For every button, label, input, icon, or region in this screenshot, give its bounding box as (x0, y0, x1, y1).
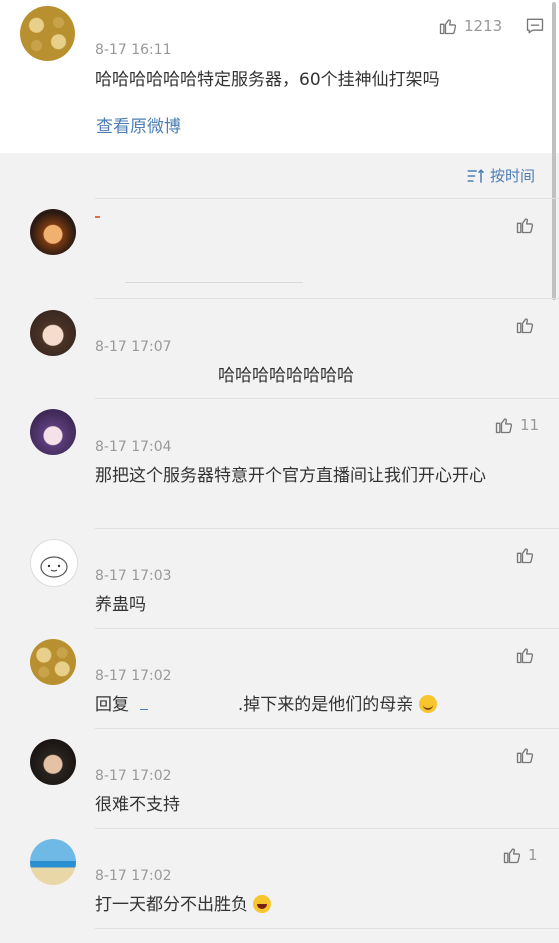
comment-button[interactable] (525, 16, 545, 40)
divider (95, 828, 559, 829)
scrollbar[interactable] (552, 2, 556, 300)
divider (95, 298, 559, 299)
post-like-count: 1213 (464, 17, 503, 35)
thumbs-up-icon (516, 748, 534, 764)
comment-like-count: 1 (528, 846, 538, 864)
comment-icon (526, 18, 544, 34)
cartoon-avatar-icon (40, 556, 68, 578)
comment-like-button[interactable] (515, 745, 535, 765)
comment-text: 回复 .掉下来的是他们的母亲 (95, 690, 437, 720)
commenter-avatar[interactable] (30, 639, 76, 685)
comment-timestamp: 8-17 17:03 (95, 568, 172, 584)
comment-text: 哈哈哈哈哈哈哈哈 (218, 366, 354, 386)
divider (95, 728, 559, 729)
comment-like-button[interactable] (515, 315, 535, 335)
comment-timestamp: 8-17 17:02 (95, 668, 172, 684)
comment-like-button[interactable] (515, 645, 535, 665)
comment-text: 打一天都分不出胜负 (95, 890, 272, 920)
comment-text: 养蛊吗 (95, 595, 146, 615)
laugh-emoji-icon (253, 895, 272, 913)
comment-like-button[interactable]: 1 (502, 845, 538, 865)
original-post: 8-17 16:11 哈哈哈哈哈哈特定服务器，60个挂神仙打架吗 查看原微博 1… (0, 0, 559, 153)
thumbs-up-icon (503, 848, 521, 864)
comment-timestamp: 8-17 17:04 (95, 439, 172, 455)
commenter-avatar[interactable] (30, 539, 78, 587)
thumbs-up-icon (516, 548, 534, 564)
reply-text: .掉下来的是他们的母亲 (237, 695, 414, 715)
commenter-avatar[interactable] (30, 409, 76, 455)
comment-like-button[interactable]: 11 (494, 415, 539, 435)
comment-timestamp: 8-17 17:02 (95, 868, 172, 884)
thumbs-up-icon (495, 418, 513, 434)
comment-text-content: 打一天都分不出胜负 (95, 895, 248, 915)
comment-text: 很难不支持 (95, 795, 180, 815)
mention-mark[interactable] (140, 709, 149, 710)
thumbs-up-icon (516, 218, 534, 234)
sort-icon (467, 168, 485, 183)
thumbs-up-icon (516, 318, 534, 334)
author-avatar[interactable] (20, 6, 75, 61)
post-text: 哈哈哈哈哈哈特定服务器，60个挂神仙打架吗 (95, 70, 440, 90)
commenter-avatar[interactable] (30, 839, 76, 885)
post-like-button[interactable]: 1213 (438, 16, 502, 36)
divider (95, 928, 559, 929)
sort-by-time-button[interactable]: 按时间 (466, 165, 535, 186)
content-mark (125, 282, 303, 283)
divider (95, 198, 559, 199)
comment-like-button[interactable] (515, 215, 535, 235)
thumbs-up-icon (516, 648, 534, 664)
comment-timestamp: 8-17 17:02 (95, 768, 172, 784)
thumbs-up-icon (439, 19, 457, 35)
post-timestamp: 8-17 16:11 (95, 42, 172, 58)
comment-timestamp: 8-17 17:07 (95, 339, 172, 355)
view-original-link[interactable]: 查看原微博 (96, 112, 181, 137)
commenter-avatar[interactable] (30, 209, 76, 255)
username-mark (95, 216, 100, 218)
commenter-avatar[interactable] (30, 310, 76, 356)
sort-label: 按时间 (490, 167, 536, 185)
comment-text: 那把这个服务器特意开个官方直播间让我们开心开心 (95, 466, 486, 486)
divider (95, 398, 559, 399)
divider (95, 528, 559, 529)
smile-emoji-icon (418, 695, 437, 713)
commenter-avatar[interactable] (30, 739, 76, 785)
divider (95, 628, 559, 629)
comment-like-count: 11 (520, 416, 540, 434)
reply-prefix: 回复 (95, 695, 129, 715)
comment-like-button[interactable] (515, 545, 535, 565)
